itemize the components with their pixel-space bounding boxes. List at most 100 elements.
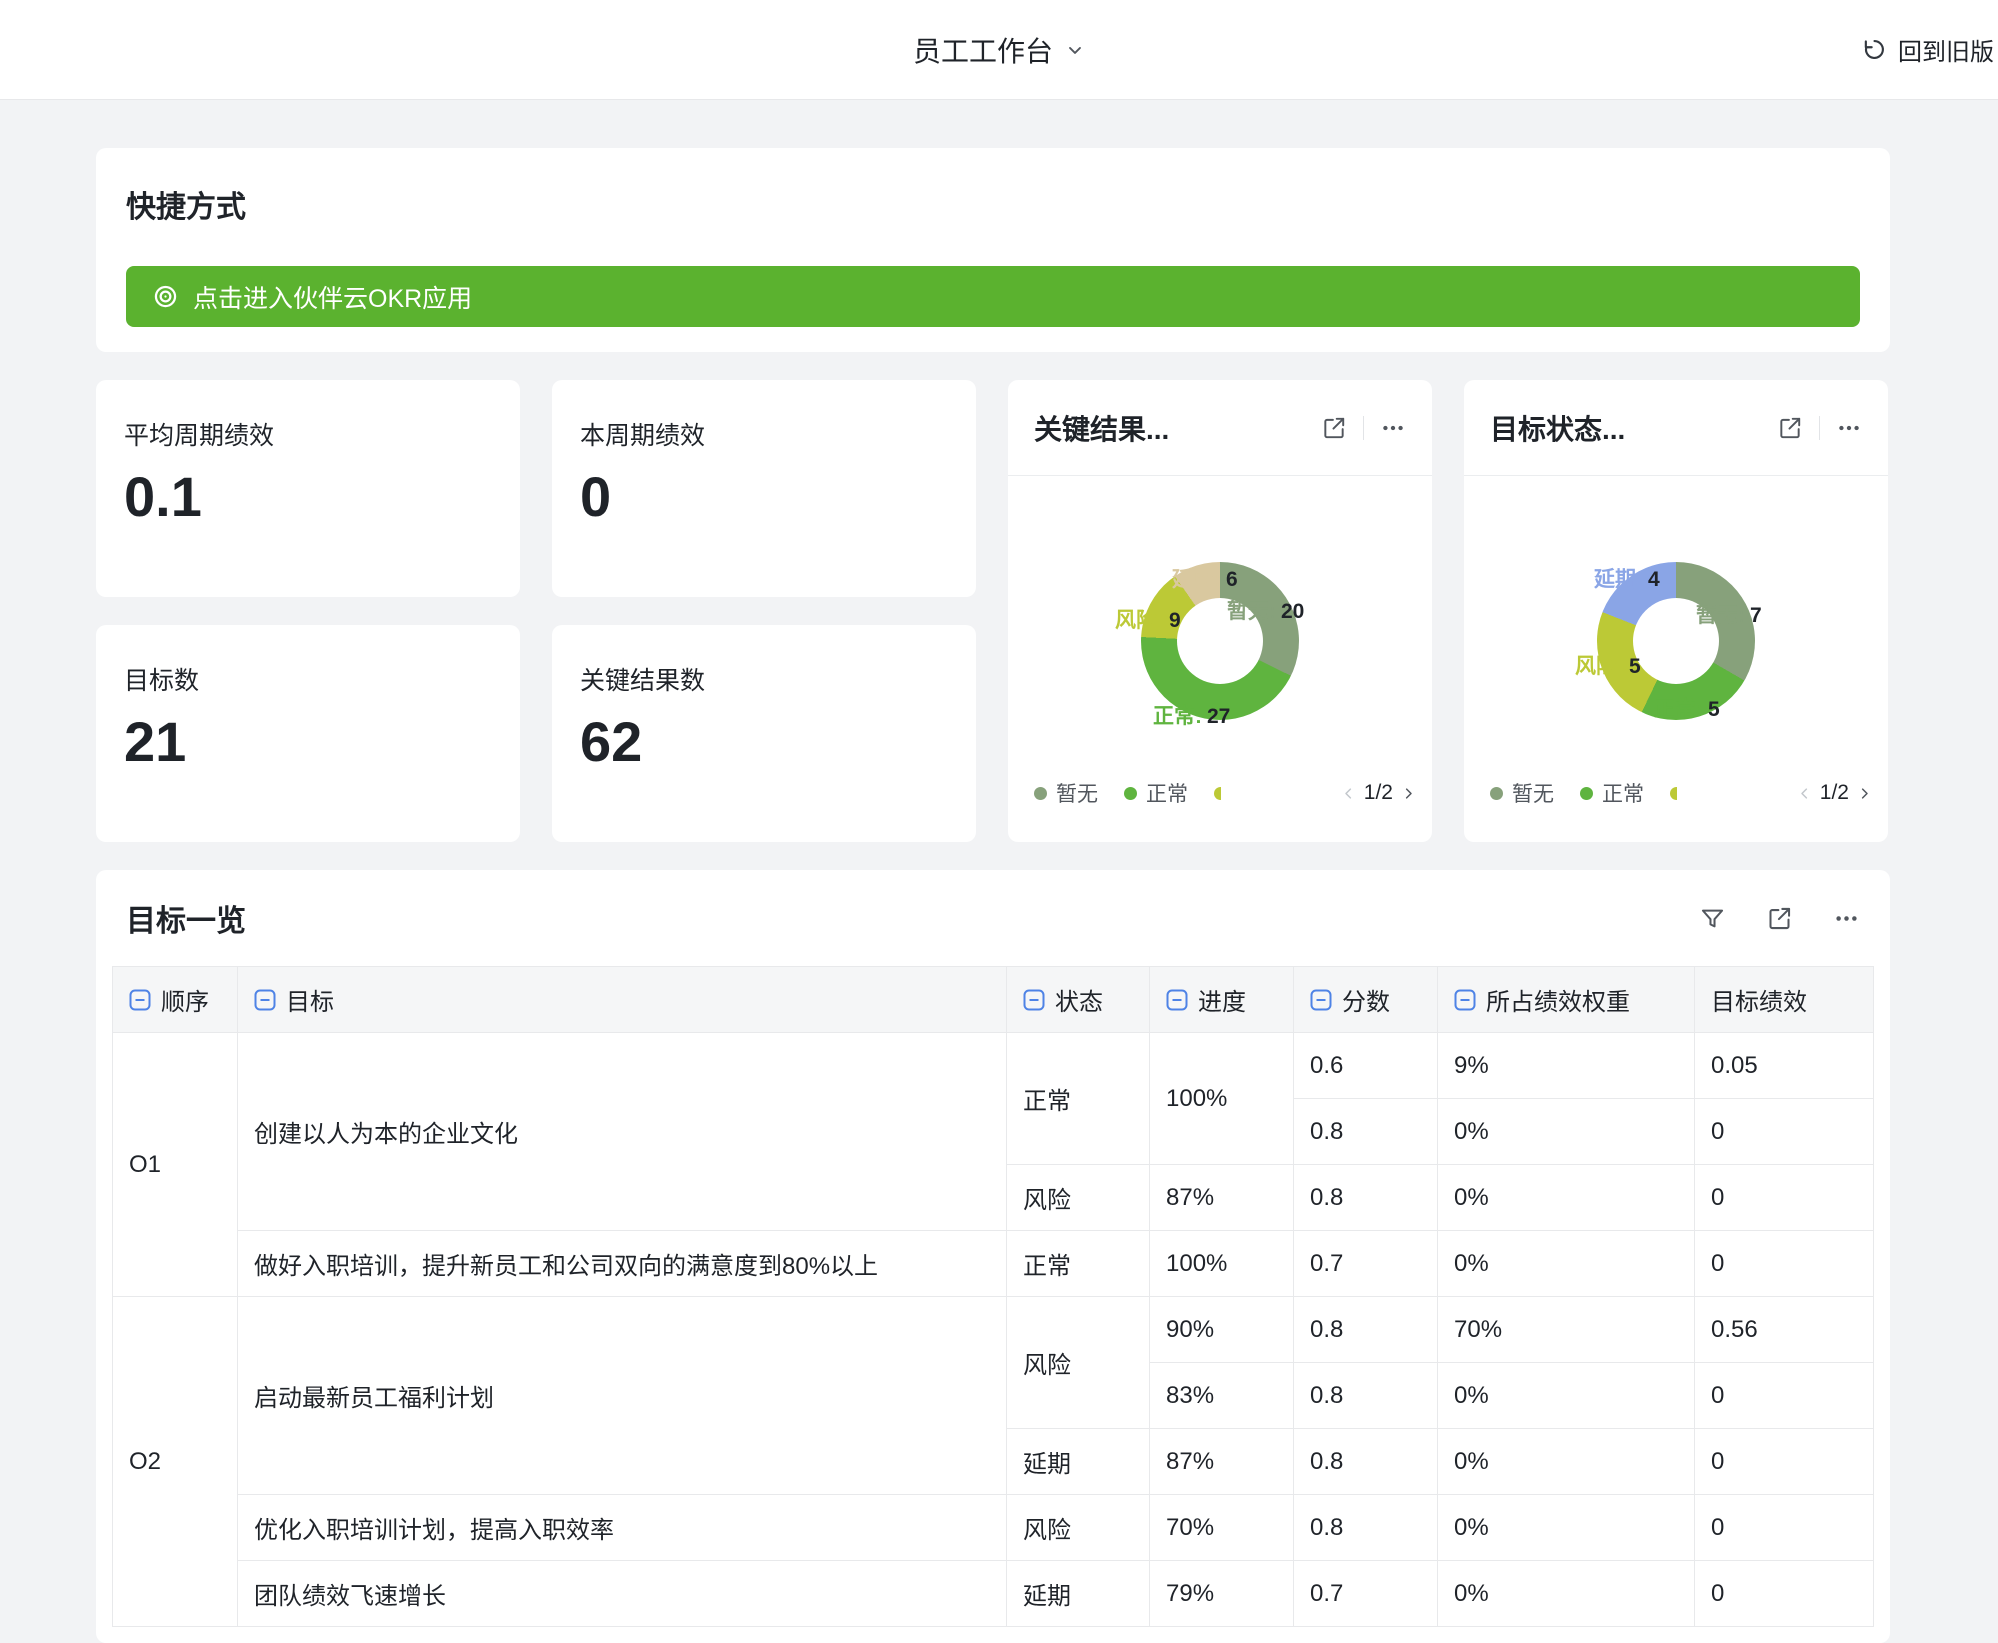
donut-label-normal: 正常:5 [1654, 693, 1720, 723]
donut-label-delayed: 延期:6 [1172, 563, 1238, 593]
target-icon [152, 283, 179, 310]
table-cell: 0 [1695, 1495, 1874, 1561]
collapse-column-icon[interactable] [1310, 989, 1332, 1011]
table-cell: 风险 [1007, 1297, 1150, 1429]
more-options-icon[interactable] [1836, 415, 1862, 441]
table-row: O2启动最新员工福利计划风险90%0.870%0.56 [113, 1297, 1874, 1363]
table-cell: 100% [1150, 1033, 1294, 1165]
pager-label: 1/2 [1364, 781, 1393, 805]
column-label: 顺序 [161, 982, 209, 1017]
table-cell: 87% [1150, 1165, 1294, 1231]
top-bar: 员工工作台 回到旧版 [0, 0, 1998, 100]
column-label: 分数 [1342, 982, 1390, 1017]
table-cell: 0 [1695, 1231, 1874, 1297]
filter-icon[interactable] [1699, 905, 1726, 932]
pager-prev-icon[interactable] [1341, 786, 1356, 801]
stat-card-current-cycle-performance: 本周期绩效 0 [552, 380, 976, 597]
more-options-icon[interactable] [1833, 905, 1860, 932]
stat-label: 关键结果数 [580, 661, 948, 697]
table-cell: 0.8 [1294, 1165, 1438, 1231]
stat-card-key-result-count: 关键结果数 62 [552, 625, 976, 842]
collapse-column-icon[interactable] [129, 989, 151, 1011]
collapse-column-icon[interactable] [1166, 989, 1188, 1011]
legend-item[interactable]: 正常 [1124, 778, 1188, 808]
legend-item[interactable]: 暂无 [1490, 778, 1554, 808]
table-cell: 0% [1438, 1561, 1695, 1627]
main-content: 快捷方式 点击进入伙伴云OKR应用 平均周期绩效 0.1 本周期绩效 0 关键结… [96, 148, 1890, 1643]
table-cell: 70% [1438, 1297, 1695, 1363]
legend-item-partial [1214, 787, 1221, 800]
table-cell: 正常 [1007, 1231, 1150, 1297]
table-cell: O2 [113, 1297, 238, 1627]
table-cell: 延期 [1007, 1429, 1150, 1495]
donut-label-risk: 风险:5 [1575, 650, 1641, 680]
table-cell: 0% [1438, 1429, 1695, 1495]
pager-prev-icon[interactable] [1797, 786, 1812, 801]
table-cell: 0.8 [1294, 1429, 1438, 1495]
donut-label-none: 暂无:20 [1227, 595, 1304, 625]
stat-card-objective-count: 目标数 21 [96, 625, 520, 842]
shortcuts-title: 快捷方式 [126, 182, 1860, 226]
key-results-chart-card: 关键结果... 延期:6 暂无:20 风险:9 正常:27 暂无 正常 [1008, 380, 1432, 842]
chevron-down-icon [1065, 40, 1085, 60]
pager-next-icon[interactable] [1857, 786, 1872, 801]
table-cell: 0% [1438, 1165, 1695, 1231]
open-in-new-icon[interactable] [1766, 905, 1793, 932]
legend-dot [1580, 787, 1593, 800]
okr-app-button[interactable]: 点击进入伙伴云OKR应用 [126, 266, 1860, 327]
pager-next-icon[interactable] [1401, 786, 1416, 801]
legend-item[interactable]: 正常 [1580, 778, 1644, 808]
table-row: O1创建以人为本的企业文化正常100%0.69%0.05 [113, 1033, 1874, 1099]
table-cell: 启动最新员工福利计划 [238, 1297, 1007, 1495]
objectives-table-head: 顺序 目标 状态 进度 分数 所占绩效权 [113, 967, 1874, 1033]
page-title: 员工工作台 [913, 30, 1053, 70]
table-cell: 0.8 [1294, 1099, 1438, 1165]
column-header-score: 分数 [1294, 967, 1438, 1033]
table-cell: 0 [1695, 1429, 1874, 1495]
stat-value: 62 [580, 711, 948, 773]
back-to-old-version-link[interactable]: 回到旧版 [1861, 0, 1994, 99]
column-header-objective: 目标 [238, 967, 1007, 1033]
table-cell: 做好入职培训，提升新员工和公司双向的满意度到80%以上 [238, 1231, 1007, 1297]
collapse-column-icon[interactable] [1023, 989, 1045, 1011]
table-cell: 0 [1695, 1165, 1874, 1231]
table-cell: 风险 [1007, 1165, 1150, 1231]
column-header-order: 顺序 [113, 967, 238, 1033]
table-cell: 0.7 [1294, 1561, 1438, 1627]
legend-dot [1034, 787, 1047, 800]
open-in-new-icon[interactable] [1777, 415, 1803, 441]
table-cell: O1 [113, 1033, 238, 1297]
collapse-column-icon[interactable] [254, 989, 276, 1011]
legend-label: 暂无 [1056, 778, 1098, 808]
divider [1363, 416, 1364, 440]
objectives-card: 目标一览 顺序 [96, 870, 1890, 1643]
chart-card-header: 关键结果... [1008, 380, 1432, 476]
table-cell: 0.56 [1695, 1297, 1874, 1363]
table-row: 做好入职培训，提升新员工和公司双向的满意度到80%以上正常100%0.70%0 [113, 1231, 1874, 1297]
donut-label-delayed: 延期:4 [1594, 563, 1660, 593]
column-header-objective-performance: 目标绩效 [1695, 967, 1874, 1033]
table-cell: 0.8 [1294, 1297, 1438, 1363]
table-cell: 0.6 [1294, 1033, 1438, 1099]
legend-label: 正常 [1602, 778, 1644, 808]
divider [1819, 416, 1820, 440]
table-row: 团队绩效飞速增长延期79%0.70%0 [113, 1561, 1874, 1627]
table-header-row: 顺序 目标 状态 进度 分数 所占绩效权 [113, 967, 1874, 1033]
column-label: 进度 [1198, 982, 1246, 1017]
table-cell: 0% [1438, 1231, 1695, 1297]
more-options-icon[interactable] [1380, 415, 1406, 441]
column-header-progress: 进度 [1150, 967, 1294, 1033]
column-label: 目标绩效 [1711, 982, 1807, 1017]
collapse-column-icon[interactable] [1454, 989, 1476, 1011]
table-row: 优化入职培训计划，提高入职效率风险70%0.80%0 [113, 1495, 1874, 1561]
open-in-new-icon[interactable] [1321, 415, 1347, 441]
table-cell: 79% [1150, 1561, 1294, 1627]
donut-label-none: 暂无:7 [1696, 599, 1762, 629]
workspace-switcher[interactable]: 员工工作台 [913, 0, 1085, 99]
table-cell: 0.05 [1695, 1033, 1874, 1099]
objectives-card-header: 目标一览 [112, 870, 1874, 966]
objectives-title: 目标一览 [126, 896, 1699, 940]
legend-item[interactable]: 暂无 [1034, 778, 1098, 808]
stat-card-avg-cycle-performance: 平均周期绩效 0.1 [96, 380, 520, 597]
table-cell: 正常 [1007, 1033, 1150, 1165]
